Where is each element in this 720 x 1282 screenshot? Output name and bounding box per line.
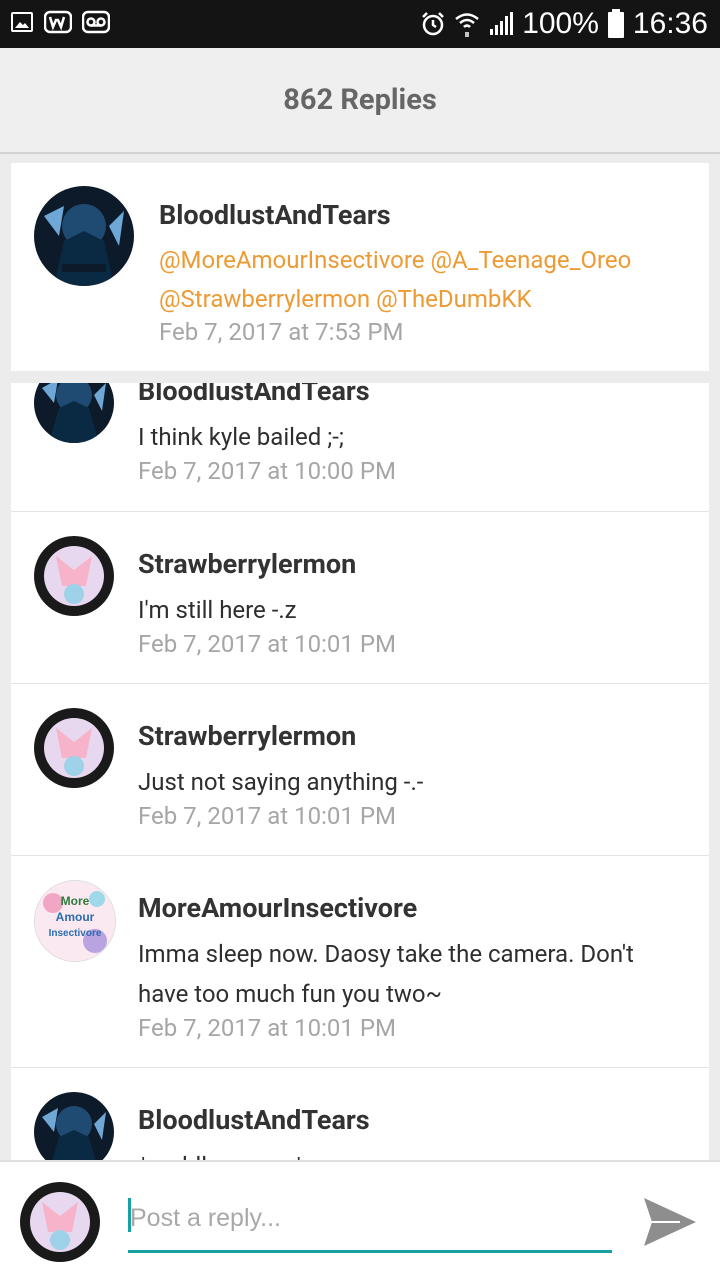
avatar[interactable]	[34, 708, 114, 788]
status-bar: 100% 16:36	[0, 0, 720, 48]
svg-text:Amour: Amour	[56, 910, 95, 924]
alarm-icon	[422, 12, 445, 36]
reply-author[interactable]: MoreAmourInsectivore	[138, 892, 417, 924]
reply-text-line: Imma sleep now. Daosy take the camera. D…	[138, 940, 634, 968]
gallery-icon	[11, 12, 33, 32]
avatar[interactable]	[34, 186, 134, 286]
w-app-icon	[44, 10, 72, 34]
original-post[interactable]: BloodlustAndTears @MoreAmourInsectivore …	[11, 163, 709, 371]
mention-line[interactable]: @Strawberrylermon @TheDumbKK	[159, 279, 532, 319]
reply-author[interactable]: BloodlustAndTears	[138, 1104, 370, 1136]
reply-author[interactable]: BloodlustAndTears	[138, 383, 370, 407]
reply-text: I'm still here -.z	[138, 596, 297, 624]
battery-percent: 100%	[522, 7, 599, 40]
send-icon[interactable]	[640, 1194, 700, 1250]
avatar[interactable]	[34, 536, 114, 616]
list-item[interactable]: Strawberrylermon I'm still here -.z Feb …	[11, 512, 709, 684]
post-timestamp: Feb 7, 2017 at 7:53 PM	[159, 318, 404, 346]
avatar[interactable]	[34, 383, 114, 443]
app-header: 862 Replies	[0, 48, 720, 154]
reply-timestamp: Feb 7, 2017 at 10:01 PM	[138, 1014, 396, 1042]
svg-text:More: More	[61, 894, 90, 908]
page-title: 862 Replies	[283, 83, 437, 117]
reply-text: *cuddles more*	[138, 1146, 304, 1160]
reply-timestamp: Feb 7, 2017 at 10:01 PM	[138, 802, 396, 830]
reply-list[interactable]: BloodlustAndTears I think kyle bailed ;-…	[11, 383, 709, 1160]
reply-text: Imma sleep now. Daosy take the camera. D…	[138, 934, 634, 1014]
reply-composer	[0, 1160, 720, 1282]
svg-text:Insectivore: Insectivore	[49, 928, 102, 939]
mention-line[interactable]: @MoreAmourInsectivore @A_Teenage_Oreo	[159, 240, 631, 280]
voicemail-icon	[82, 10, 110, 34]
reply-author[interactable]: Strawberrylermon	[138, 720, 356, 752]
signal-icon	[490, 12, 514, 35]
reply-input-wrapper[interactable]	[128, 1198, 612, 1253]
reply-input[interactable]	[128, 1198, 610, 1238]
list-item[interactable]: BloodlustAndTears I think kyle bailed ;-…	[11, 383, 709, 512]
list-item[interactable]: More Amour Insectivore MoreAmourInsectiv…	[11, 856, 709, 1068]
user-avatar[interactable]	[20, 1182, 100, 1262]
battery-icon	[607, 9, 624, 38]
reply-text-line: have too much fun you two~	[138, 980, 442, 1008]
reply-text: I think kyle bailed ;-;	[138, 423, 344, 451]
reply-timestamp: Feb 7, 2017 at 10:00 PM	[138, 457, 396, 485]
avatar[interactable]	[34, 1092, 114, 1160]
reply-text: Just not saying anything -.-	[138, 768, 424, 796]
post-author[interactable]: BloodlustAndTears	[159, 199, 391, 231]
reply-author[interactable]: Strawberrylermon	[138, 548, 356, 580]
list-item[interactable]: BloodlustAndTears *cuddles more*	[11, 1068, 709, 1160]
clock: 16:36	[632, 7, 708, 40]
avatar[interactable]: More Amour Insectivore	[34, 880, 116, 962]
reply-timestamp: Feb 7, 2017 at 10:01 PM	[138, 630, 396, 658]
list-item[interactable]: Strawberrylermon Just not saying anythin…	[11, 684, 709, 856]
wifi-icon	[455, 13, 479, 37]
